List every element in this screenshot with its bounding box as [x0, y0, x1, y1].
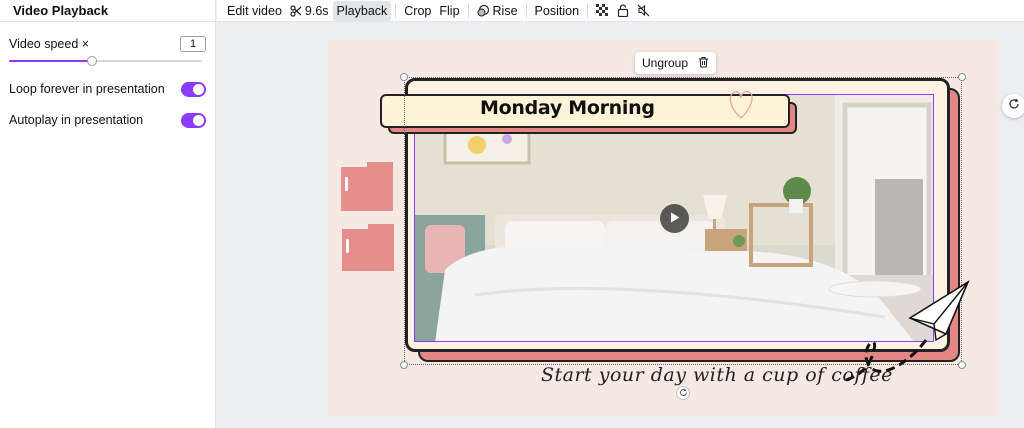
folder-tab	[368, 224, 394, 232]
toolbar-divider	[467, 3, 469, 18]
resize-handle[interactable]	[400, 73, 408, 81]
autoplay-toggle[interactable]	[181, 112, 206, 128]
toolbar: Edit video 9.6s Playback Crop Flip Rise …	[217, 0, 1024, 22]
playback-button[interactable]: Playback	[332, 0, 392, 21]
transparency-icon	[596, 4, 609, 17]
position-button[interactable]: Position	[531, 1, 583, 21]
rise-icon	[477, 4, 490, 17]
resize-handle[interactable]	[958, 361, 966, 369]
loop-label: Loop forever in presentation	[9, 82, 165, 96]
ungroup-button[interactable]: Ungroup	[635, 52, 717, 74]
panel-title: Video Playback	[0, 0, 215, 22]
duration-label: 9.6s	[304, 3, 329, 18]
tagline-text[interactable]: Start your day with a cup of coffee	[541, 364, 893, 386]
toolbar-divider	[525, 3, 527, 18]
ungroup-label: Ungroup	[642, 56, 689, 70]
loop-toggle[interactable]	[181, 81, 206, 97]
resize-handle[interactable]	[958, 73, 966, 81]
rotate-handle[interactable]	[676, 386, 690, 400]
folder-mark	[346, 239, 349, 253]
play-icon	[670, 210, 680, 228]
mute-button[interactable]	[633, 1, 654, 21]
mute-icon	[637, 4, 650, 17]
folder-icon[interactable]	[341, 162, 393, 211]
video-playback-panel: Video Playback Video speed × 1 Loop fore…	[0, 0, 216, 428]
trim-button[interactable]: 9.6s	[286, 1, 333, 21]
resize-handle[interactable]	[400, 361, 408, 369]
video-speed-label: Video speed ×	[9, 37, 90, 51]
scissors-icon	[290, 4, 302, 17]
folder-tab	[367, 162, 393, 170]
toolbar-divider	[395, 3, 397, 18]
slider-fill	[9, 60, 92, 62]
rise-label: Rise	[492, 3, 518, 18]
edit-video-button[interactable]: Edit video	[223, 1, 286, 21]
crop-button[interactable]: Crop	[400, 1, 435, 21]
folder-icon[interactable]	[342, 224, 394, 271]
transparency-button[interactable]	[592, 1, 613, 21]
flip-button[interactable]: Flip	[435, 1, 463, 21]
rotate-icon	[679, 384, 688, 402]
autoplay-label: Autoplay in presentation	[9, 113, 144, 127]
play-button[interactable]	[660, 204, 689, 233]
refresh-button[interactable]	[1002, 94, 1024, 118]
trash-icon[interactable]	[698, 56, 709, 71]
lock-icon	[617, 4, 629, 17]
toolbar-divider	[587, 3, 589, 18]
slider-knob[interactable]	[86, 56, 97, 66]
video-speed-slider[interactable]	[9, 56, 202, 66]
loop-row: Loop forever in presentation	[9, 80, 206, 98]
video-speed-row: Video speed × 1	[9, 35, 206, 53]
folder-mark	[345, 177, 348, 191]
banner-title[interactable]: Monday Morning	[480, 97, 655, 119]
rise-animation-button[interactable]: Rise	[473, 1, 522, 21]
refresh-icon	[1008, 97, 1020, 115]
video-speed-input[interactable]: 1	[180, 36, 206, 52]
autoplay-row: Autoplay in presentation	[9, 111, 206, 129]
lock-button[interactable]	[613, 1, 633, 21]
